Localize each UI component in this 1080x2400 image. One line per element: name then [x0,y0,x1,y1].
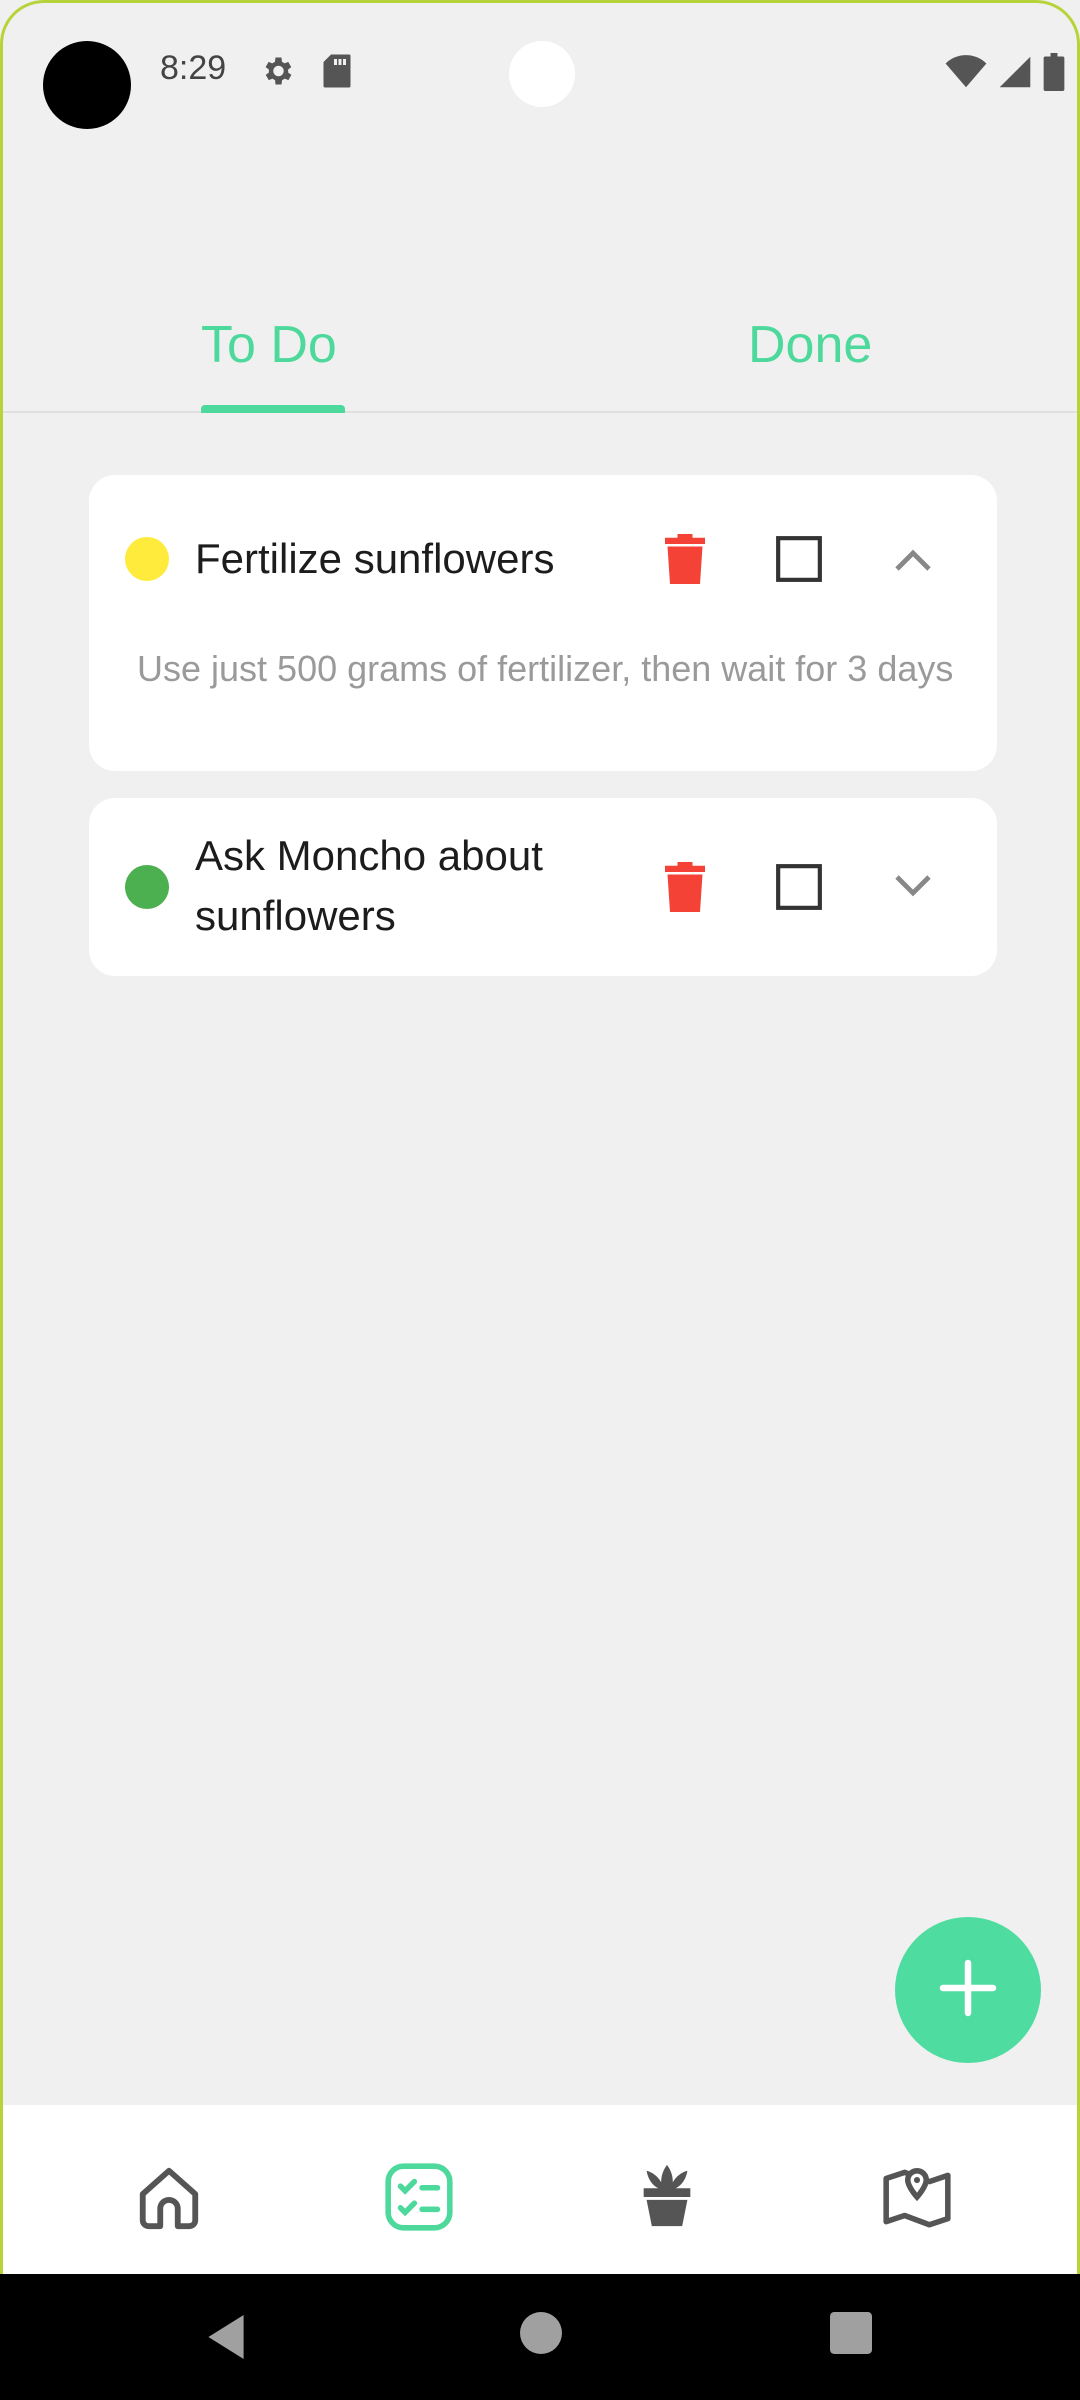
priority-dot [125,865,169,909]
front-camera [509,41,575,107]
checkbox[interactable] [769,529,829,589]
sd-card-icon [321,53,353,94]
checkbox[interactable] [769,857,829,917]
priority-dot [125,537,169,581]
chevron-down-icon[interactable] [883,857,943,917]
battery-icon [1043,53,1065,96]
tab-done[interactable]: Done [748,315,872,375]
tasks-icon[interactable] [379,2157,459,2237]
task-title: Fertilize sunflowers [195,535,555,582]
bottom-nav [3,2105,1077,2274]
plus-icon [938,1958,998,2023]
delete-icon[interactable] [655,529,715,589]
camera-cutout [43,41,131,129]
add-task-button[interactable] [895,1917,1041,2063]
task-description: Use just 500 grams of fertilizer, then w… [137,648,954,689]
system-nav-bar [0,2274,1080,2400]
recents-icon[interactable] [830,2312,872,2359]
status-icons [945,53,1065,96]
status-bar: 8:29 [3,3,1077,143]
plant-icon[interactable] [627,2157,707,2237]
tab-todo[interactable]: To Do [201,315,337,375]
home-button-icon[interactable] [520,2312,562,2359]
gear-icon [259,53,295,94]
map-icon[interactable] [877,2157,957,2237]
signal-icon [997,55,1033,94]
task-card[interactable]: Ask Moncho about sunflowers [89,798,997,976]
tab-bar: To Do Done [3,303,1077,413]
back-icon[interactable] [204,2312,248,2367]
app-frame: 8:29 To Do Done Fertilize sunflowers Use… [0,0,1080,2274]
tab-indicator [201,405,345,413]
task-title: Ask Moncho about sunflowers [195,832,543,939]
task-card[interactable]: Fertilize sunflowers Use just 500 grams … [89,475,997,771]
home-icon[interactable] [129,2157,209,2237]
delete-icon[interactable] [655,857,715,917]
status-time: 8:29 [160,49,227,87]
wifi-icon [945,55,987,94]
chevron-up-icon[interactable] [883,529,943,589]
